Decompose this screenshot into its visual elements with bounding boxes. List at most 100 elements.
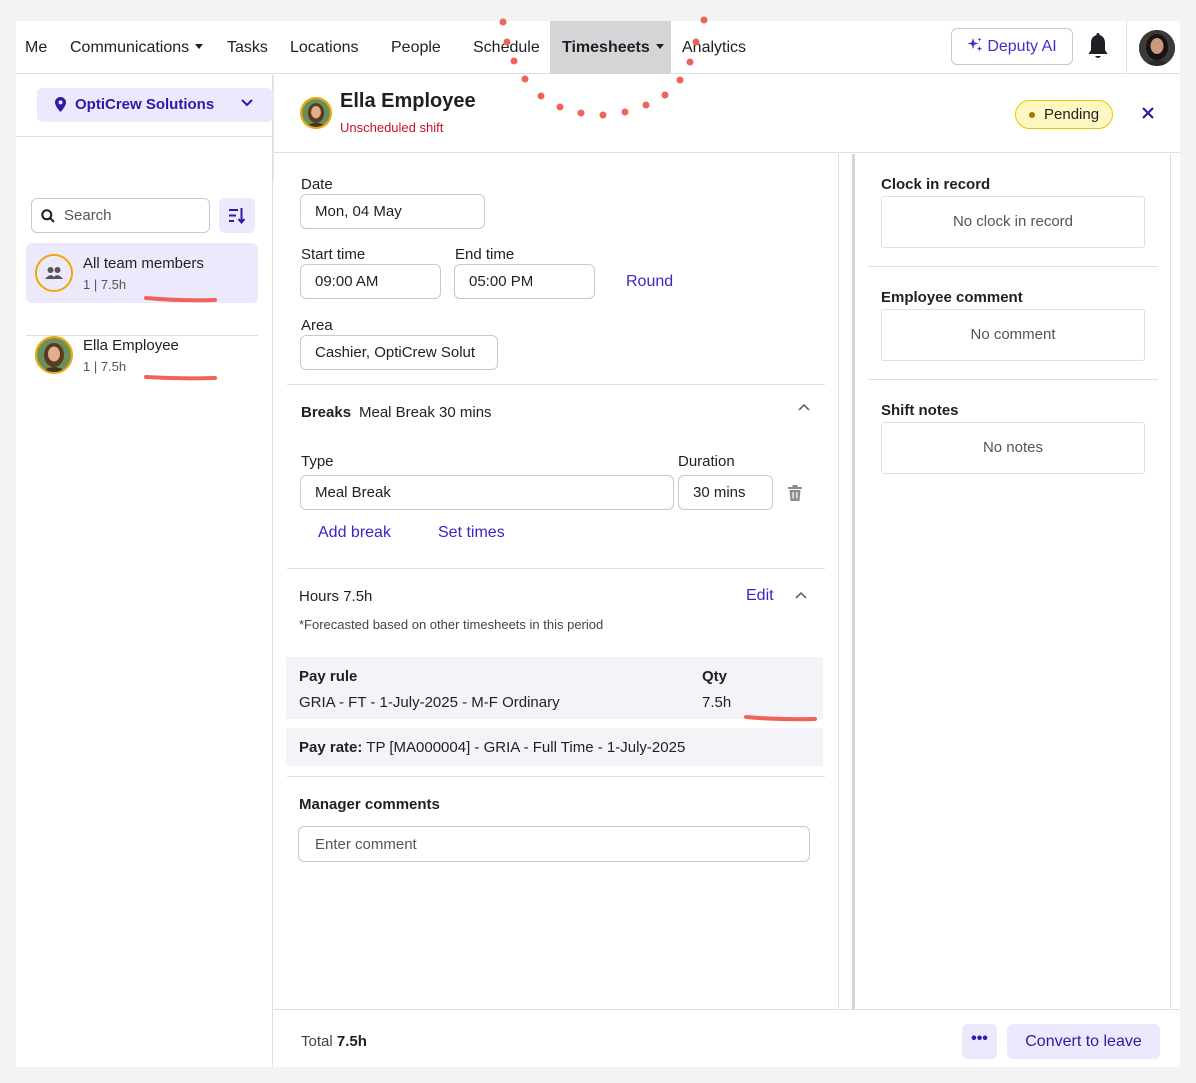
employee-photo-icon <box>302 99 330 127</box>
location-selector[interactable]: OptiCrew Solutions <box>37 88 273 122</box>
panel-header: Ella Employee Unscheduled shift Pending <box>274 75 1180 153</box>
area-label: Area <box>301 317 333 334</box>
pay-rate-row: Pay rate: TP [MA000004] - GRIA - Full Ti… <box>286 728 823 766</box>
app-window: Me Communications Tasks Locations People… <box>16 21 1180 1067</box>
date-label: Date <box>301 176 333 193</box>
nav-analytics[interactable]: Analytics <box>682 21 746 74</box>
sort-button[interactable] <box>219 198 255 233</box>
break-type-field[interactable]: Meal Break <box>300 475 674 510</box>
shift-notes: No notes <box>881 422 1145 474</box>
search-icon <box>41 209 55 223</box>
end-time-field[interactable]: 05:00 PM <box>454 264 595 299</box>
shift-details: Clock in record No clock in record Emplo… <box>855 154 1170 1009</box>
sidebar: OptiCrew Solutions All team members 1 | … <box>16 75 273 1067</box>
member-name: Ella Employee <box>83 337 179 354</box>
break-duration-label: Duration <box>678 453 735 470</box>
break-type-label: Type <box>301 453 334 470</box>
nav-divider <box>1126 21 1127 74</box>
shift-notes-title: Shift notes <box>881 402 959 419</box>
employee-photo-icon <box>37 338 71 372</box>
round-link[interactable]: Round <box>626 273 673 291</box>
location-pin-icon <box>55 97 66 112</box>
nav-timesheets[interactable]: Timesheets <box>550 21 671 74</box>
hours-value: 7.5h <box>343 588 373 605</box>
users-icon <box>37 256 71 290</box>
add-break-link[interactable]: Add break <box>318 524 391 542</box>
start-time-label: Start time <box>301 246 366 263</box>
nav-tasks[interactable]: Tasks <box>227 21 268 74</box>
section-divider <box>287 776 825 777</box>
more-options-button[interactable]: ••• <box>962 1024 997 1059</box>
member-ella-employee[interactable]: Ella Employee 1 | 7.5h <box>26 325 258 385</box>
employee-avatar <box>300 97 332 129</box>
pay-rate-value: TP [MA000004] - GRIA - Full Time - 1-Jul… <box>366 739 686 756</box>
pay-rate-label: Pay rate: <box>299 739 363 756</box>
qty-value: 7.5h <box>702 694 732 711</box>
timesheet-panel: Ella Employee Unscheduled shift Pending … <box>274 75 1180 1067</box>
pay-rule-header: Pay rule <box>299 668 358 685</box>
end-time-label: End time <box>455 246 515 263</box>
area-field[interactable]: Cashier, OptiCrew Solut <box>300 335 498 370</box>
sparkle-icon <box>967 37 983 52</box>
pay-rule-table: Pay rule Qty GRIA - FT - 1-July-2025 - M… <box>286 657 823 719</box>
manager-comments-title: Manager comments <box>299 796 440 813</box>
nav-people[interactable]: People <box>391 21 441 74</box>
member-summary: 1 | 7.5h <box>83 359 127 374</box>
section-divider <box>287 568 825 569</box>
panel-edge <box>1170 154 1171 1009</box>
nav-schedule[interactable]: Schedule <box>473 21 540 74</box>
pay-rule-value: GRIA - FT - 1-July-2025 - M-F Ordinary <box>299 694 560 711</box>
member-name: All team members <box>83 255 204 272</box>
user-photo-icon <box>1139 30 1175 66</box>
pay-rate-text: Pay rate: TP [MA000004] - GRIA - Full Ti… <box>299 739 685 756</box>
total-hours: Total 7.5h <box>301 1033 367 1050</box>
nav-me[interactable]: Me <box>25 21 47 74</box>
employee-avatar <box>35 336 73 374</box>
sidebar-divider <box>16 136 273 137</box>
trash-icon[interactable] <box>788 485 802 501</box>
employee-comment-title: Employee comment <box>881 289 1023 306</box>
section-divider <box>868 379 1158 380</box>
total-value: 7.5h <box>336 1033 367 1050</box>
search-input[interactable] <box>64 199 204 232</box>
breaks-title: Breaks <box>301 404 352 421</box>
nav-locations[interactable]: Locations <box>290 21 359 74</box>
member-search[interactable] <box>31 198 210 233</box>
clock-in-record: No clock in record <box>881 196 1145 248</box>
member-summary: 1 | 7.5h <box>83 277 127 292</box>
date-field[interactable]: Mon, 04 May <box>300 194 485 229</box>
deputy-ai-button[interactable]: Deputy AI <box>951 28 1073 65</box>
edit-hours-link[interactable]: Edit <box>746 587 774 605</box>
nav-communications[interactable]: Communications <box>70 21 204 74</box>
set-times-link[interactable]: Set times <box>438 524 505 542</box>
chevron-up-icon[interactable] <box>798 403 810 411</box>
timesheet-form: Date Mon, 04 May Start time 09:00 AM End… <box>274 154 839 1009</box>
chevron-down-icon <box>241 99 253 107</box>
chevron-up-icon[interactable] <box>795 591 807 599</box>
hours-title: Hours 7.5h <box>299 588 373 605</box>
user-avatar[interactable] <box>1139 30 1175 66</box>
status-badge: Pending <box>1015 100 1114 129</box>
caret-down-icon <box>655 44 664 50</box>
qty-header: Qty <box>702 668 728 685</box>
employee-comment: No comment <box>881 309 1145 361</box>
caret-down-icon <box>195 44 204 50</box>
panel-footer: Total 7.5h ••• Convert to leave <box>274 1009 1180 1067</box>
start-time-field[interactable]: 09:00 AM <box>300 264 441 299</box>
section-divider <box>868 266 1158 267</box>
location-label: OptiCrew Solutions <box>75 96 215 113</box>
member-all-team[interactable]: All team members 1 | 7.5h <box>26 243 258 303</box>
close-icon[interactable] <box>1140 105 1156 121</box>
convert-to-leave-button[interactable]: Convert to leave <box>1007 1024 1160 1059</box>
clock-in-title: Clock in record <box>881 176 991 193</box>
shift-type: Unscheduled shift <box>340 120 444 135</box>
section-divider <box>287 384 825 385</box>
bell-icon[interactable] <box>1087 33 1109 61</box>
top-nav: Me Communications Tasks Locations People… <box>16 21 1180 74</box>
break-duration-field[interactable]: 30 mins <box>678 475 773 510</box>
breaks-summary: Meal Break 30 mins <box>359 404 492 421</box>
team-avatar <box>35 254 73 292</box>
employee-name: Ella Employee <box>340 90 476 112</box>
manager-comment-input[interactable] <box>298 826 810 862</box>
sort-icon <box>229 208 246 224</box>
